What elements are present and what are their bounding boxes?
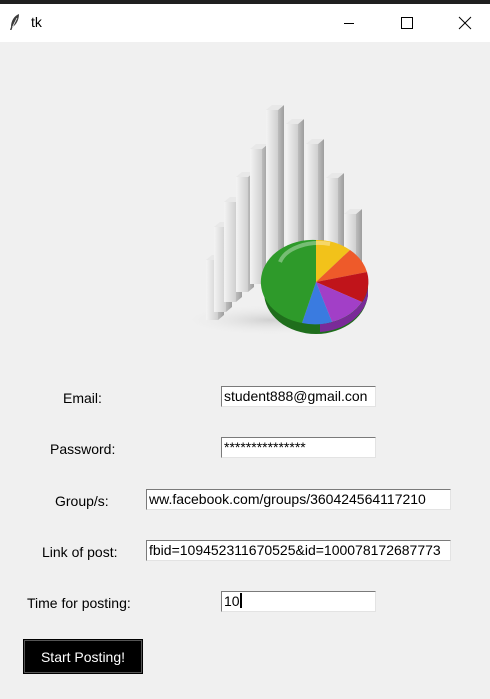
groups-label: Group/s: (55, 493, 109, 509)
minimize-button[interactable] (326, 4, 372, 42)
maximize-button[interactable] (384, 4, 430, 42)
password-field[interactable]: *************** (221, 437, 376, 458)
time-field[interactable]: 10 (221, 591, 376, 612)
groups-field[interactable]: ww.facebook.com/groups/360424564117210 (146, 489, 451, 510)
close-icon (458, 16, 472, 30)
text-cursor (239, 593, 242, 608)
title-bar[interactable]: tk (0, 4, 490, 42)
window-title: tk (31, 14, 42, 30)
password-label: Password: (50, 441, 116, 457)
email-label: Email: (63, 390, 102, 406)
start-posting-button[interactable]: Start Posting! (23, 639, 143, 674)
maximize-icon (401, 17, 413, 29)
time-label: Time for posting: (27, 595, 131, 611)
feather-icon (10, 14, 19, 30)
close-button[interactable] (442, 4, 488, 42)
link-label: Link of post: (42, 544, 118, 560)
minimize-icon (344, 23, 354, 24)
link-field[interactable]: fbid=109452311670525&id=100078172687773 (146, 540, 451, 561)
bar-chart-pie-chart-image (180, 105, 369, 336)
time-field-value: 10 (224, 593, 240, 609)
window-body: Email: student888@gmail.con Password: **… (0, 42, 490, 699)
email-field[interactable]: student888@gmail.con (221, 386, 376, 407)
